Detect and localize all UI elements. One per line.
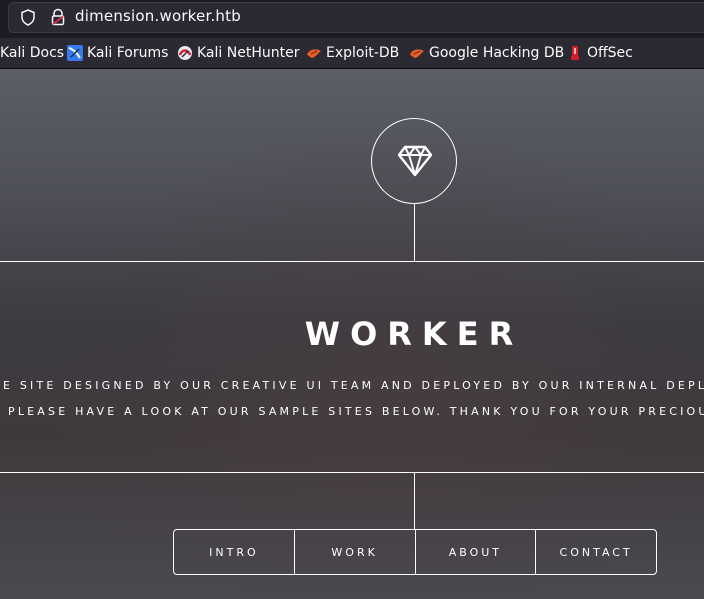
diamond-icon bbox=[397, 145, 433, 177]
offsec-icon bbox=[571, 46, 579, 60]
url-text[interactable]: dimension.worker.htb bbox=[75, 7, 241, 25]
page-content: WORKER E SITE DESIGNED BY OUR CREATIVE U… bbox=[0, 69, 704, 599]
nav-intro[interactable]: INTRO bbox=[174, 530, 294, 574]
connector-line-bottom bbox=[414, 472, 415, 529]
connector-line-top bbox=[414, 204, 415, 261]
browser-toolbar: dimension.worker.htb bbox=[0, 0, 704, 38]
header-divider-bottom bbox=[0, 472, 704, 473]
nav-about[interactable]: ABOUT bbox=[414, 530, 536, 574]
tracking-shield-icon[interactable] bbox=[20, 9, 36, 30]
google-hacking-db-icon bbox=[410, 49, 424, 58]
bookmark-label: Exploit-DB bbox=[326, 45, 400, 61]
description-line-1: E SITE DESIGNED BY OUR CREATIVE UI TEAM … bbox=[3, 379, 704, 392]
exploit-db-icon bbox=[307, 49, 321, 58]
nav-work[interactable]: WORK bbox=[293, 530, 415, 574]
lock-warning-icon[interactable] bbox=[50, 8, 66, 30]
bookmark-label: Kali Forums bbox=[87, 45, 169, 61]
header-divider-top bbox=[0, 261, 704, 262]
main-nav: INTRO WORK ABOUT CONTACT bbox=[173, 529, 657, 575]
logo-circle bbox=[371, 118, 457, 204]
bookmarks-toolbar: Kali Docs Kali Forums Kali NetHunter Exp… bbox=[0, 38, 704, 69]
kali-nethunter-icon bbox=[178, 46, 192, 60]
page-title: WORKER bbox=[304, 315, 524, 353]
bookmark-label: Google Hacking DB bbox=[429, 45, 565, 61]
kali-forums-icon bbox=[67, 45, 83, 61]
nav-contact[interactable]: CONTACT bbox=[535, 530, 656, 574]
bookmark-label: OffSec bbox=[587, 45, 633, 61]
bookmark-label: Kali NetHunter bbox=[197, 45, 300, 61]
bookmark-label: Kali Docs bbox=[0, 45, 65, 61]
description-line-2: PLEASE HAVE A LOOK AT OUR SAMPLE SITES B… bbox=[8, 405, 704, 418]
